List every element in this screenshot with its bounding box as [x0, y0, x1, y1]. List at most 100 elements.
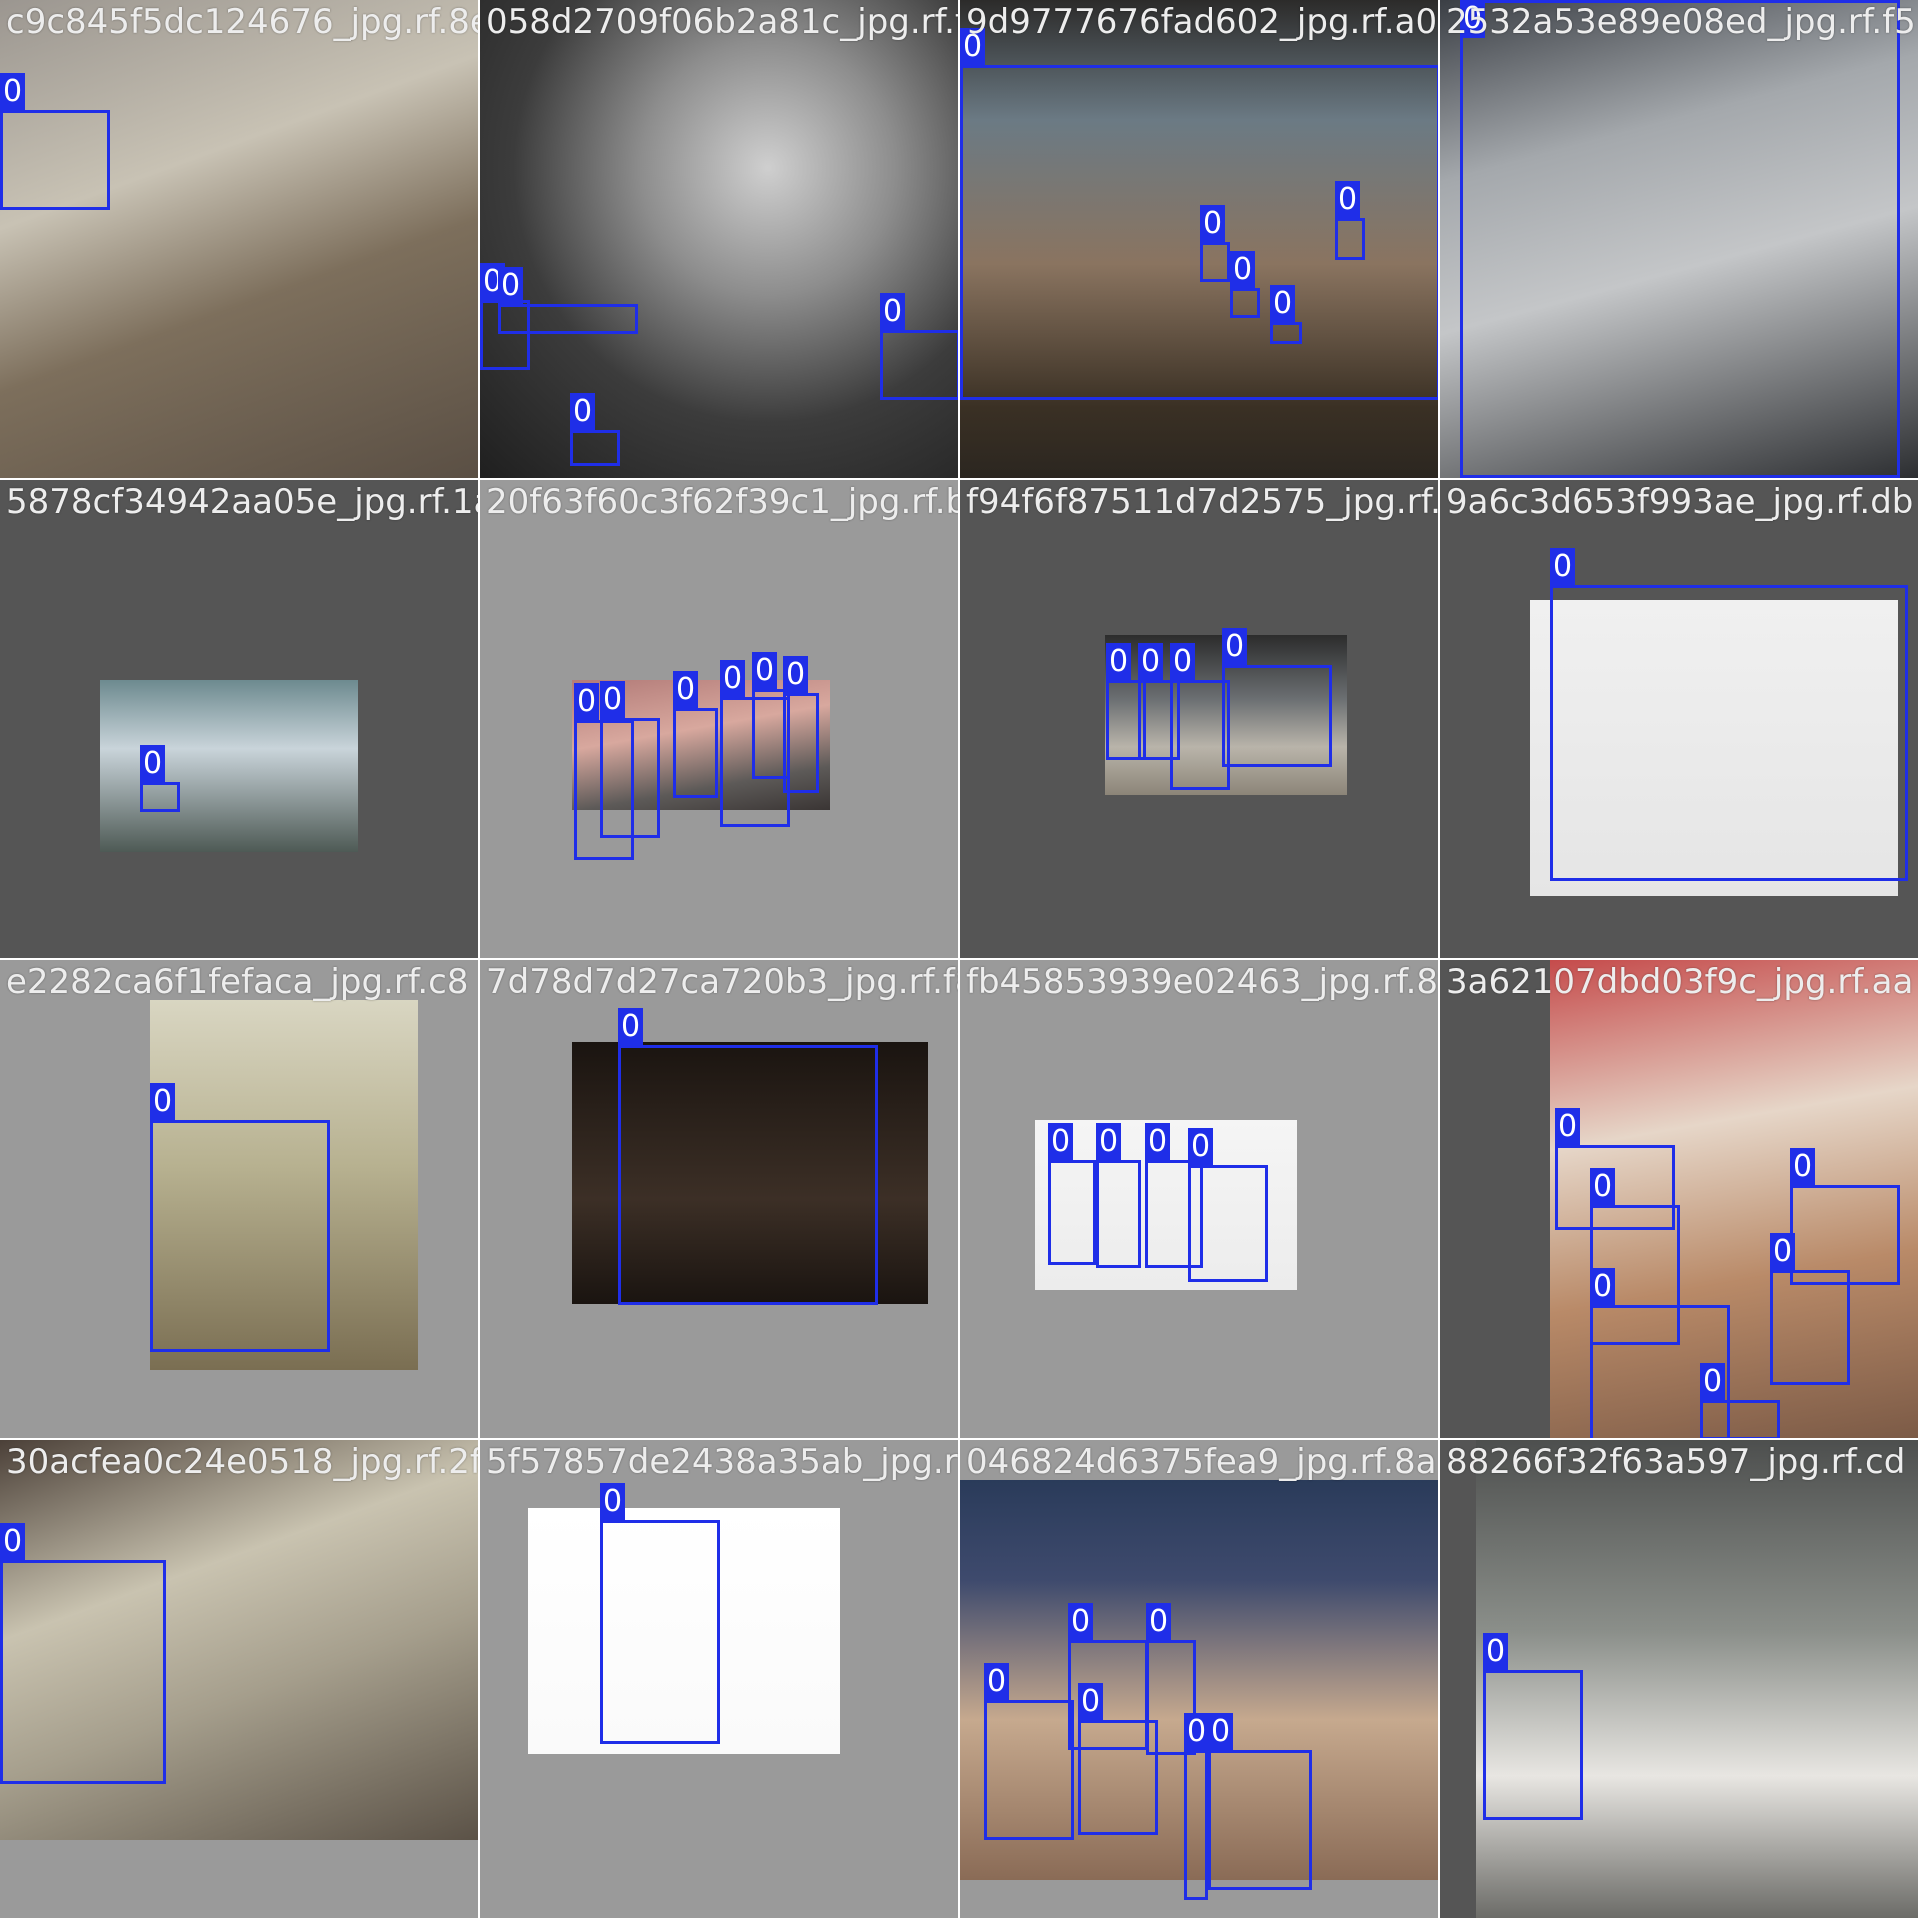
class-label: 0 [150, 1083, 176, 1121]
detection-box: 0 [1170, 643, 1230, 790]
detection-box: 0 [1222, 628, 1332, 767]
detection-box: 0 [140, 745, 180, 812]
detection-box: 0 [783, 656, 819, 793]
class-label: 0 [498, 267, 524, 305]
tile-press-interview: 0 0 0 0 058d2709f06b2a81c_jpg.rf.f3 [480, 0, 958, 478]
tile-filename: 9a6c3d653f993ae_jpg.rf.db [1446, 482, 1914, 522]
class-label: 0 [1222, 628, 1248, 666]
detection-box: 0 [1483, 1633, 1583, 1820]
class-label: 0 [880, 293, 906, 331]
tile-filename: 5878cf34942aa05e_jpg.rf.1a [6, 482, 478, 522]
class-label: 0 [1483, 1633, 1509, 1671]
detection-box: 0 [150, 1083, 330, 1352]
tile-filename: 7d78d7d27ca720b3_jpg.rf.f8 [486, 962, 958, 1002]
tile-filename: fb45853939e02463_jpg.rf.8f [966, 962, 1438, 1002]
tile-phone-on-cash: 0 30acfea0c24e0518_jpg.rf.2f [0, 1440, 478, 1918]
detection-mosaic: 0c9c845f5dc124676_jpg.rf.8e95a12705706c2… [0, 0, 1920, 1920]
photo-press-interview [480, 0, 958, 478]
tile-filename: 5f57857de2438a35ab_jpg.rf.9 [486, 1442, 958, 1482]
class-label: 0 [1146, 1603, 1172, 1641]
class-label: 0 [618, 1008, 644, 1046]
detection-box: 0 [600, 1483, 720, 1744]
tile-filename: 20f63f60c3f62f39c1_jpg.rf.b8 [486, 482, 958, 522]
class-label: 0 [1550, 548, 1576, 586]
class-label: 0 [984, 1663, 1010, 1701]
class-label: 0 [1270, 285, 1296, 323]
class-label: 0 [574, 683, 600, 721]
class-label: 0 [1335, 181, 1361, 219]
detection-box: 0 [600, 681, 660, 838]
detection-box: 0 [1700, 1363, 1780, 1438]
class-label: 0 [0, 1523, 26, 1561]
tile-iphone-browser: 0 7d78d7d27ca720b3_jpg.rf.f8 [480, 960, 958, 1438]
class-label: 0 [1138, 643, 1164, 681]
tile-filename: 046824d6375fea9_jpg.rf.8a [966, 1442, 1437, 1482]
class-label: 0 [140, 745, 166, 783]
class-label: 0 [1555, 1108, 1581, 1146]
class-label: 0 [673, 671, 699, 709]
tile-hand-holding-ipod: 0 e2282ca6f1fefaca_jpg.rf.c8 [0, 960, 478, 1438]
detection-box: 0 [1048, 1123, 1096, 1265]
detection-box: 0 [1078, 1683, 1158, 1835]
class-label: 0 [1170, 643, 1196, 681]
detection-box: 0 [1188, 1128, 1268, 1282]
class-label: 0 [570, 393, 596, 431]
detection-box: 0 [984, 1663, 1074, 1840]
detection-box: 0 [618, 1008, 878, 1305]
class-label: 0 [1184, 1713, 1210, 1751]
class-label: 0 [1790, 1148, 1816, 1186]
detection-box: 0 [880, 293, 958, 400]
class-label: 0 [1590, 1168, 1616, 1206]
class-label: 0 [1208, 1713, 1234, 1751]
class-label: 0 [1188, 1128, 1214, 1166]
class-label: 0 [1200, 205, 1226, 243]
class-label: 0 [1145, 1123, 1171, 1161]
class-label: 0 [960, 28, 986, 66]
class-label: 0 [1230, 251, 1256, 289]
detection-box: 0 [1335, 181, 1365, 260]
class-label: 0 [1106, 643, 1132, 681]
photo-plate-of-food [0, 0, 478, 478]
photo-display-stand [100, 680, 358, 852]
tile-mobile-world-congress: 0 0 0 0 0 0 046824d6375fea9_jpg.rf.8a [960, 1440, 1438, 1918]
detection-box: 0 [1184, 1713, 1210, 1900]
class-label: 0 [752, 652, 778, 690]
tile-four-phones: 0 0 0 0 fb45853939e02463_jpg.rf.8f [960, 960, 1438, 1438]
detection-box: 0 [1770, 1233, 1850, 1385]
class-label: 0 [600, 1483, 626, 1521]
tile-dead-phone-face: 0 5f57857de2438a35ab_jpg.rf.9 [480, 1440, 958, 1918]
class-label: 0 [1068, 1603, 1094, 1641]
class-label: 0 [1048, 1123, 1074, 1161]
class-label: 0 [1700, 1363, 1726, 1401]
detection-box: 0 [498, 267, 638, 334]
detection-box: 0 [1230, 251, 1260, 318]
detection-box: 0 [1096, 1123, 1141, 1268]
class-label: 0 [0, 73, 26, 111]
tile-filename: e2282ca6f1fefaca_jpg.rf.c8 [6, 962, 469, 1002]
tile-samsung-phone-screen: 0 0 0 0 0 9d9777676fad602_jpg.rf.a0 [960, 0, 1438, 478]
tile-lg-phone-back: 0 9a6c3d653f993ae_jpg.rf.db [1440, 480, 1918, 958]
detection-box: 0 [0, 73, 110, 210]
class-label: 0 [1460, 0, 1486, 38]
tile-filename: f94f6f87511d7d2575_jpg.rf.04 [966, 482, 1438, 522]
tile-phones-lined-up: 0 0 0 0 f94f6f87511d7d2575_jpg.rf.04 [960, 480, 1438, 958]
class-label: 0 [783, 656, 809, 694]
class-label: 0 [600, 681, 626, 719]
tile-plate-of-food: 0c9c845f5dc124676_jpg.rf.8e95a12705706c2… [0, 0, 478, 478]
detection-box: 0 [570, 393, 620, 466]
detection-box: 0 [960, 28, 1438, 400]
class-label: 0 [720, 660, 746, 698]
tile-phone-twitter-feed: 0 2532a53e89e08ed_jpg.rf.f5 [1440, 0, 1918, 478]
class-label: 0 [1096, 1123, 1122, 1161]
detection-box: 0 [1200, 205, 1230, 282]
detection-box: 0 [1208, 1713, 1312, 1890]
tile-wedding-steps: 0 88266f32f63a597_jpg.rf.cd [1440, 1440, 1918, 1918]
tile-display-stand: 0 5878cf34942aa05e_jpg.rf.1a [0, 480, 478, 958]
class-label: 0 [1078, 1683, 1104, 1721]
tile-phones-on-desk: 0 0 0 0 0 0 20f63f60c3f62f39c1_jpg.rf.b8 [480, 480, 958, 958]
detection-box: 0 [1550, 548, 1908, 881]
detection-box: 0 [1270, 285, 1302, 344]
detection-box: 0 [673, 671, 718, 798]
class-label: 0 [1590, 1268, 1616, 1306]
detection-box: 0 [1460, 0, 1900, 478]
